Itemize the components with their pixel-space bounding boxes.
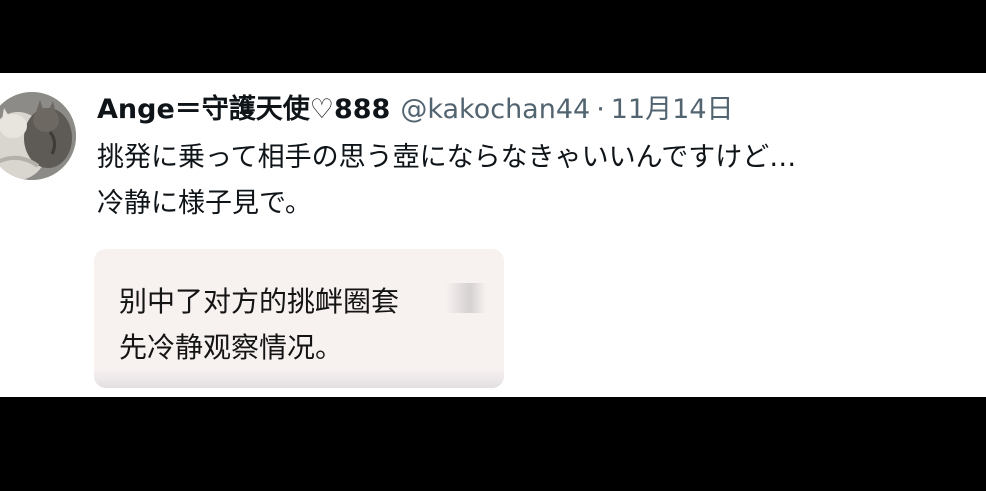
translation-line: 先冷静观察情况。 <box>119 331 344 364</box>
tweet-text-line: 挑発に乗って相手の思う壺にならなきゃいいんですけど… <box>97 142 797 173</box>
tweet-text-line: 冷静に様子見で。 <box>97 188 312 219</box>
translation-card: 别中了对方的挑衅圈套 先冷静观察情况。 <box>94 249 504 388</box>
translation-text: 别中了对方的挑衅圈套 先冷静观察情况。 <box>119 279 399 371</box>
blur-artifact <box>446 283 486 313</box>
tweet: Ange＝守護天使♡888 @kakochan44 · 11月14日 挑発に乗っ… <box>97 91 967 227</box>
blurred-edge <box>94 370 504 388</box>
tweet-header: Ange＝守護天使♡888 @kakochan44 · 11月14日 <box>97 91 967 129</box>
screenshot: Ange＝守護天使♡888 @kakochan44 · 11月14日 挑発に乗っ… <box>0 0 986 491</box>
tweet-panel: Ange＝守護天使♡888 @kakochan44 · 11月14日 挑発に乗っ… <box>0 73 986 397</box>
user-handle[interactable]: @kakochan44 <box>400 91 590 129</box>
tweet-text: 挑発に乗って相手の思う壺にならなきゃいいんですけど… 冷静に様子見で。 <box>97 135 967 227</box>
tweet-date[interactable]: 11月14日 <box>611 91 734 129</box>
avatar[interactable] <box>0 92 76 180</box>
translation-line: 别中了对方的挑衅圈套 <box>119 285 400 318</box>
cat-avatar-icon <box>0 92 76 180</box>
separator-dot: · <box>596 94 605 125</box>
display-name[interactable]: Ange＝守護天使♡888 <box>97 91 390 129</box>
